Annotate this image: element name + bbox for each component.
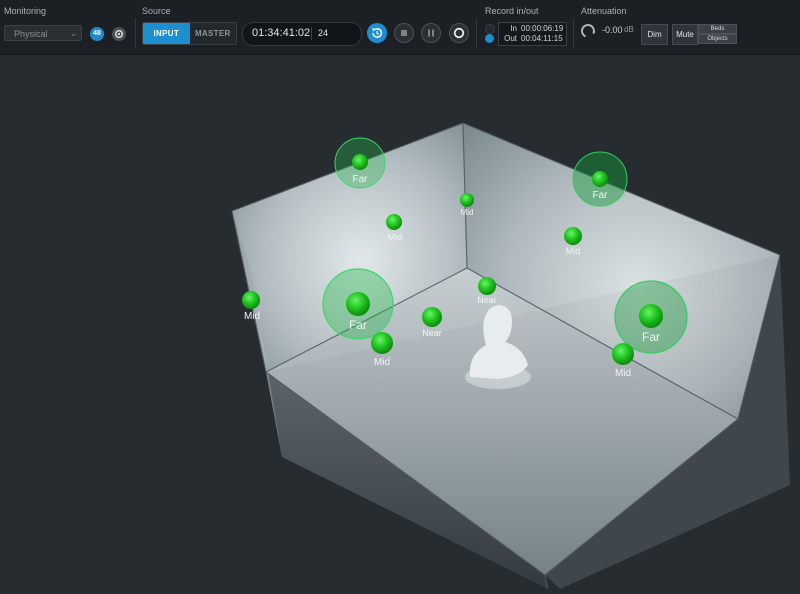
monitoring-label: Monitoring [4, 6, 47, 16]
frame-rate: 24 [318, 28, 329, 38]
object-mid-3[interactable]: Mid [564, 227, 582, 256]
object-far-3[interactable]: Far [322, 268, 394, 340]
attenuation-knob-icon[interactable] [579, 22, 597, 40]
out-indicator [485, 34, 494, 43]
record-icon [453, 27, 465, 39]
in-value: 00:00:06:19 [521, 24, 564, 33]
objects-button[interactable]: Objects [698, 34, 737, 44]
object-mid-6[interactable]: Mid [612, 343, 634, 379]
channel-count-badge[interactable]: 48 [90, 27, 104, 41]
object-label: Mid [615, 368, 631, 379]
pause-button[interactable] [421, 23, 441, 43]
object-near-1[interactable]: Near [477, 277, 497, 305]
object-label: Mid [461, 208, 474, 217]
object-label: Mid [244, 311, 260, 322]
attenuation-unit: dB [624, 25, 634, 34]
timecode-display: 01:34:41:02 24 [242, 22, 362, 46]
record-button[interactable] [449, 23, 469, 43]
input-button[interactable]: INPUT [143, 23, 190, 44]
record-inout-display: In 00:00:06:19 Out 00:04:11:15 [498, 22, 567, 46]
object-label: Far [642, 330, 660, 344]
master-button[interactable]: MASTER [189, 23, 236, 44]
out-label: Out [504, 34, 517, 43]
stop-icon [401, 30, 407, 36]
monitoring-select[interactable]: Physical ⌄ [4, 25, 82, 41]
divider [573, 18, 574, 48]
divider [311, 27, 312, 40]
object-mid-5[interactable]: Mid [371, 332, 393, 368]
object-label: Far [349, 318, 367, 332]
loop-icon [372, 27, 383, 38]
divider [476, 18, 477, 48]
object-far-1[interactable]: Far [334, 137, 386, 189]
record-inout-indicator[interactable] [485, 24, 495, 43]
source-label: Source [142, 6, 171, 16]
pause-icon [428, 29, 434, 37]
object-label: Near [422, 328, 442, 338]
object-near-2[interactable]: Near [422, 307, 442, 338]
chevron-down-icon: ⌄ [70, 29, 77, 38]
object-label: Mid [566, 246, 581, 256]
timecode-value: 01:34:41:02 [252, 27, 311, 39]
monitoring-select-value: Physical [14, 29, 48, 39]
in-label: In [510, 24, 517, 33]
beds-button[interactable]: Beds [698, 24, 737, 34]
object-label: Mid [388, 232, 403, 242]
object-label: Near [477, 295, 497, 305]
object-far-2[interactable]: Far [572, 151, 628, 207]
room-view[interactable]: Far Far Mid Mid Mid Near Mid Far Near Mi… [0, 55, 800, 590]
settings-icon[interactable] [112, 27, 126, 41]
dim-button[interactable]: Dim [641, 24, 668, 45]
source-toggle: INPUT MASTER [142, 22, 237, 45]
divider [135, 18, 136, 48]
attenuation-value: -0.00 [602, 25, 623, 35]
room-3d-view: Far Far Mid Mid Mid Near Mid Far Near Mi… [231, 122, 790, 590]
stop-button[interactable] [394, 23, 414, 43]
object-label: Far [353, 174, 369, 185]
record-inout-label: Record in/out [485, 6, 539, 16]
out-value: 00:04:11:15 [521, 34, 563, 43]
object-label: Far [593, 190, 609, 201]
in-indicator [485, 24, 495, 34]
loop-button[interactable] [367, 23, 387, 43]
attenuation-label: Attenuation [581, 6, 627, 16]
object-far-4[interactable]: Far [614, 280, 688, 354]
object-label: Mid [374, 357, 390, 368]
toolbar: Monitoring Physical ⌄ 48 Source INPUT MA… [0, 0, 800, 55]
mute-button[interactable]: Mute [672, 24, 698, 45]
